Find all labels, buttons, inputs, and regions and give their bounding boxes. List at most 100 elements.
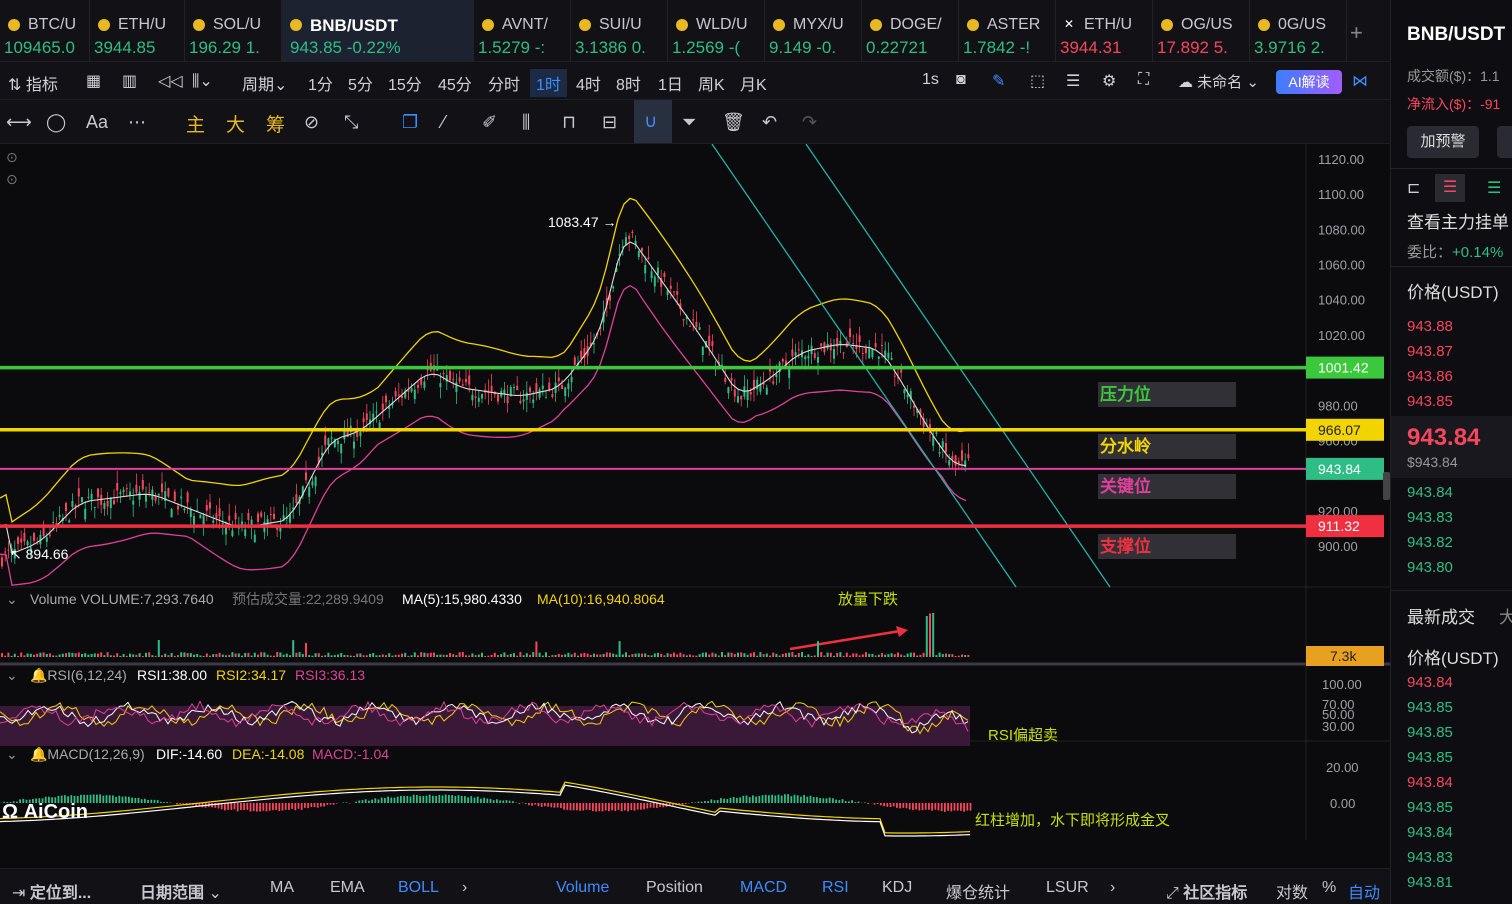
big-order-button[interactable]: 大 — [226, 110, 245, 137]
alert-extra-button[interactable] — [1497, 126, 1512, 158]
main-force-button[interactable]: 主 — [186, 110, 205, 137]
add-alert-button[interactable]: 加预警 — [1407, 126, 1479, 158]
symbol-tab[interactable]: ASTER 1.7842 -! — [959, 0, 1056, 62]
subchart-2[interactable]: MACD — [740, 879, 787, 897]
layout-name-dropdown[interactable]: ☁ 未命名 ⌄ — [1178, 71, 1259, 92]
period-6[interactable]: 4时 — [576, 71, 601, 95]
filter-icon[interactable]: ⏷ — [682, 112, 696, 133]
magnet-icon[interactable]: ∪ — [634, 100, 672, 143]
measure-icon[interactable]: ⤡ — [344, 112, 358, 133]
chevron-right-icon[interactable]: › — [462, 879, 467, 897]
symbol-tab[interactable]: BNB/USDT 943.85 -0.22% — [282, 0, 474, 62]
chevron-right-icon[interactable]: › — [1110, 879, 1115, 897]
expand-icon[interactable]: ⊙ — [6, 171, 18, 187]
period-1[interactable]: 5分 — [348, 71, 373, 95]
chevron-down-icon[interactable]: ⌄ — [6, 591, 18, 607]
fullscreen-icon[interactable]: ⛶ — [1138, 71, 1149, 89]
indicator-boll[interactable]: BOLL — [398, 879, 439, 897]
hline-tool-icon[interactable]: ⟷ — [6, 112, 32, 133]
depth-both-icon[interactable]: ⊏ — [1407, 178, 1420, 198]
period-8[interactable]: 1日 — [658, 71, 683, 95]
symbol-tab[interactable]: AVNT/1.5279 -: — [474, 0, 571, 62]
chips-button[interactable]: 筹 — [266, 110, 285, 137]
bid-price[interactable]: 943.84 — [1407, 484, 1453, 501]
period-3[interactable]: 45分 — [438, 71, 472, 95]
symbol-tab[interactable]: SUI/U 3.1386 0. — [571, 0, 668, 62]
edit-box-icon[interactable]: ⊘ — [304, 112, 319, 133]
camera-icon[interactable]: ◙ — [956, 71, 966, 89]
period-2[interactable]: 15分 — [388, 71, 422, 95]
subchart-4[interactable]: KDJ — [882, 879, 912, 897]
lock-icon[interactable]: ⊓ — [562, 112, 576, 133]
period-5[interactable]: 1时 — [530, 69, 567, 97]
subchart-3[interactable]: RSI — [822, 879, 849, 897]
community-indicator-button[interactable]: ⤢ 社区指标 — [1166, 879, 1247, 903]
ask-price[interactable]: 943.86 — [1407, 368, 1453, 385]
trash-icon[interactable]: 🗑 — [722, 112, 745, 133]
candle-type-icon[interactable]: ⫼⌄ — [192, 71, 213, 91]
brush-icon[interactable]: ⁄ — [442, 112, 445, 133]
period-dropdown[interactable]: 周期⌄ — [242, 71, 287, 95]
bid-price[interactable]: 943.80 — [1407, 559, 1453, 576]
ai-interpret-button[interactable]: AI解读 — [1276, 70, 1342, 94]
share-icon[interactable]: ⋈ — [1352, 71, 1368, 91]
redo-icon[interactable]: ↷ — [802, 112, 817, 133]
period-7[interactable]: 8时 — [616, 71, 641, 95]
chart-canvas[interactable]: 1120.00 1100.00 1080.00 1060.00 1040.00 1020.… — [0, 143, 1390, 859]
pencil-icon[interactable]: ✎ — [992, 71, 1005, 91]
large-trades-tab[interactable]: 大 — [1499, 603, 1512, 628]
indicator-ema[interactable]: EMA — [330, 879, 365, 897]
period-0[interactable]: 1分 — [308, 71, 333, 95]
indicator-ma[interactable]: MA — [270, 879, 294, 897]
symbol-tab[interactable]: BTC/U 109465.0 — [0, 0, 90, 62]
calendar-icon[interactable]: ▦ — [86, 71, 101, 91]
date-range-dropdown[interactable]: 日期范围 ⌄ — [140, 879, 222, 903]
locate-button[interactable]: ⇥ 定位到... — [12, 879, 91, 903]
ask-price[interactable]: 943.87 — [1407, 343, 1453, 360]
symbol-tab[interactable]: DOGE/0.22721 — [862, 0, 959, 62]
more-icon[interactable]: ⋯ — [128, 112, 146, 133]
period-9[interactable]: 周K — [698, 71, 725, 95]
copy-icon[interactable]: ❐ — [402, 112, 418, 133]
price-scroll-handle[interactable] — [1383, 472, 1390, 500]
subchart-5[interactable]: 爆仓统计 — [946, 879, 1010, 903]
view-main-orders[interactable]: 查看主力挂单 — [1407, 208, 1509, 233]
period-10[interactable]: 月K — [740, 71, 767, 95]
note-icon[interactable]: ⊟ — [602, 112, 617, 133]
symbol-tab[interactable]: WLD/U 1.2569 -( — [668, 0, 765, 62]
auto-toggle[interactable]: 自动 — [1348, 879, 1380, 903]
list-icon[interactable]: ☰ — [1066, 71, 1080, 91]
bid-price[interactable]: 943.82 — [1407, 534, 1453, 551]
interval-label[interactable]: 1s — [922, 71, 939, 89]
add-tab-icon[interactable]: + — [1350, 20, 1363, 46]
symbol-tab[interactable]: ✕ ETH/U 3944.31 — [1056, 0, 1153, 62]
subchart-6[interactable]: LSUR — [1046, 879, 1089, 897]
symbol-tab[interactable]: MYX/U 9.149 -0. — [765, 0, 862, 62]
price-chart[interactable]: 1120.00 1100.00 1080.00 1060.00 1040.00 1020.… — [0, 143, 1390, 859]
depth-bid-icon[interactable]: ☰ — [1487, 178, 1501, 198]
ask-price[interactable]: 943.85 — [1407, 393, 1453, 410]
ask-price[interactable]: 943.88 — [1407, 318, 1453, 335]
draw-pen-icon[interactable]: ✐ — [482, 112, 497, 133]
indicators-button[interactable]: ⇅ 指标 — [8, 71, 58, 95]
candles-icon[interactable]: ⫼ — [522, 112, 530, 133]
chevron-down-icon[interactable]: ⌄ — [6, 746, 18, 762]
subchart-0[interactable]: Volume — [556, 879, 609, 897]
symbol-tab[interactable]: SOL/U 196.29 1. — [185, 0, 282, 62]
subchart-1[interactable]: Position — [646, 879, 703, 897]
chevron-down-icon[interactable]: ⌄ — [6, 667, 18, 683]
period-4[interactable]: 分时 — [488, 71, 520, 95]
undo-icon[interactable]: ↶ — [762, 112, 777, 133]
symbol-tab[interactable]: ETH/U 3944.85 — [90, 0, 185, 62]
depth-ask-icon[interactable]: ☰ — [1435, 174, 1465, 202]
symbol-tab[interactable]: 0G/US 3.9716 2. — [1250, 0, 1347, 62]
text-tool[interactable]: Aa — [86, 112, 108, 133]
replay-icon[interactable]: ◁◁ — [158, 71, 183, 91]
layout-icon[interactable]: ▥ — [122, 71, 137, 91]
bid-price[interactable]: 943.83 — [1407, 509, 1453, 526]
log-toggle[interactable]: 对数 — [1276, 879, 1308, 903]
settings-icon[interactable]: ⚙ — [1102, 71, 1116, 91]
percent-toggle[interactable]: % — [1322, 879, 1336, 897]
collapse-icon[interactable]: ⊙ — [6, 149, 18, 165]
ellipse-tool-icon[interactable]: ◯ — [46, 112, 66, 133]
